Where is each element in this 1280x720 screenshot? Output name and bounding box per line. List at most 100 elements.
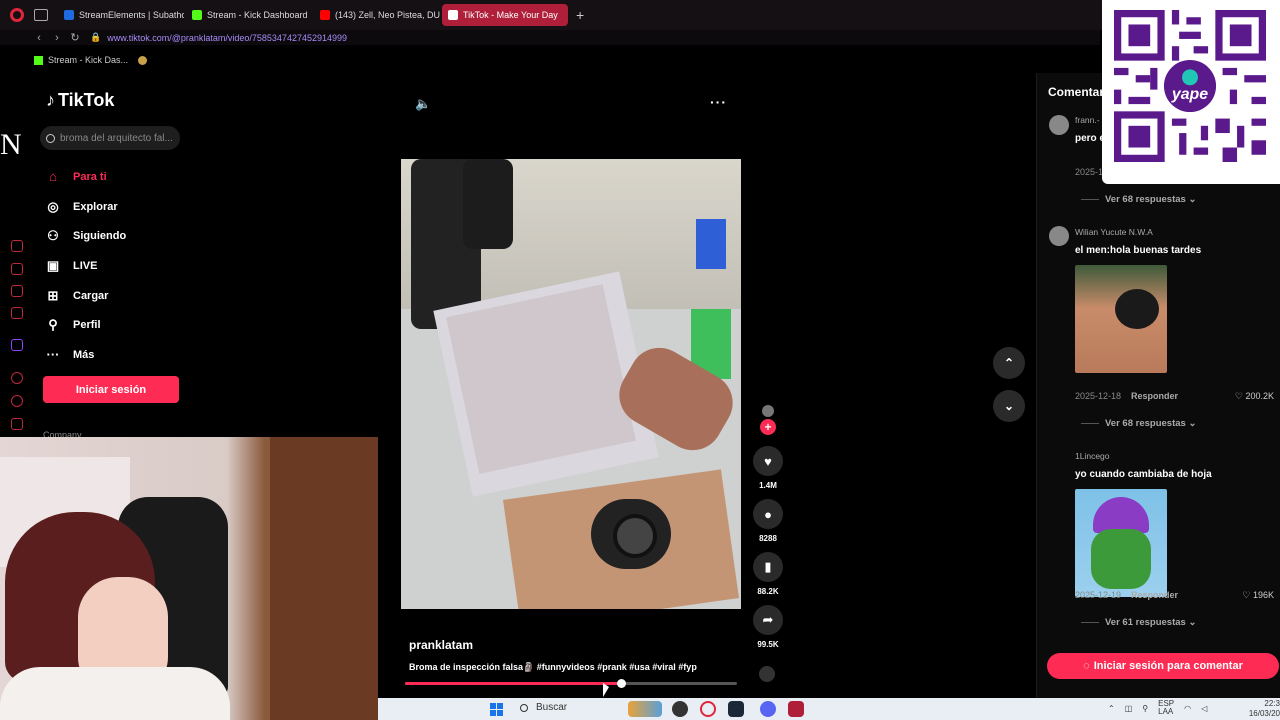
extensions-icon[interactable] [11, 418, 23, 430]
volume-icon[interactable]: ◁ [1201, 704, 1207, 713]
discord-icon[interactable] [760, 701, 776, 717]
video-scene-camera-lens [613, 514, 657, 558]
browser-tab-bar: StreamElements | Subathon Stream - Kick … [0, 0, 1280, 30]
bookmark-icon[interactable] [138, 55, 148, 65]
taskbar-search[interactable]: Buscar [520, 702, 567, 713]
search-input[interactable]: broma del arquitecto fal... [40, 126, 180, 150]
previous-video-button[interactable]: ⌃ [993, 347, 1025, 379]
video-progress-bar[interactable] [405, 679, 737, 688]
next-video-button[interactable]: ⌄ [993, 390, 1025, 422]
yape-qr-code: yape [1102, 0, 1280, 184]
more-icon: ··· [46, 347, 60, 363]
comment-like[interactable]: ♡ 200.2K [1235, 391, 1274, 402]
reply-button[interactable]: Responder [1131, 391, 1178, 401]
comment-user[interactable]: 1Lincego [1075, 451, 1110, 461]
login-button[interactable]: Iniciar sesión [43, 376, 179, 403]
qr-code-icon: yape [1114, 10, 1266, 162]
sidebar-item-perfil[interactable]: ⚲ Perfil [44, 310, 126, 340]
comment-user[interactable]: Wilian Yucute N.W.A [1075, 227, 1153, 237]
new-tab-button[interactable]: + [576, 7, 584, 23]
view-replies-link[interactable]: Ver 68 respuestas ⌄ [1081, 194, 1196, 205]
mic-icon[interactable]: ⚲ [1142, 704, 1148, 713]
lock-icon: 🔒 [90, 32, 102, 42]
webcam-overlay [0, 437, 378, 720]
url-field[interactable]: www.tiktok.com/@pranklatam/video/7585347… [107, 33, 347, 43]
sidebar-app-icon[interactable] [11, 372, 23, 384]
bookmark-kick[interactable]: Stream - Kick Das... [48, 55, 128, 65]
sidebar-item-live[interactable]: ▣ LIVE [44, 251, 126, 281]
volume-icon[interactable]: 🔈 [415, 96, 431, 112]
tiktok-logo[interactable]: ♪ TikTok [46, 90, 114, 111]
creator-avatar[interactable] [762, 405, 774, 417]
live-icon: ▣ [46, 257, 60, 273]
heart-icon: ♥ [753, 446, 783, 476]
sidebar-item-para-ti[interactable]: ⌂ Para ti [44, 162, 126, 192]
bookmarks-bar: Stream - Kick Das... [0, 50, 1100, 70]
tab-youtube[interactable]: (143) Zell, Neo Pistea, DUKI [314, 4, 440, 26]
opera-taskbar-icon[interactable] [700, 701, 716, 717]
view-replies-link[interactable]: Ver 61 respuestas ⌄ [1081, 617, 1196, 628]
comment-user[interactable]: frann.- [1075, 115, 1100, 125]
chevron-up-icon[interactable]: ⌃ [1108, 704, 1115, 713]
steam-icon[interactable] [728, 701, 744, 717]
app-icon[interactable] [672, 701, 688, 717]
search-icon [520, 703, 528, 712]
tab-favicon-icon [448, 10, 458, 20]
comment-image[interactable] [1075, 265, 1167, 373]
weather-widget-icon[interactable] [628, 701, 662, 717]
sidebar-app-icon[interactable] [11, 285, 23, 297]
sidebar-item-mas[interactable]: ··· Más [44, 340, 126, 370]
overlay-n-glyph: N [0, 128, 22, 161]
tab-streamelements[interactable]: StreamElements | Subathon [58, 4, 184, 26]
opera-logo-icon[interactable] [10, 8, 24, 22]
view-replies-link[interactable]: Ver 68 respuestas ⌄ [1081, 418, 1196, 429]
sidebar-menu: ⌂ Para ti ◎ Explorar ⚇ Siguiendo ▣ LIVE ⊞ Car… [44, 162, 127, 370]
login-to-comment-button[interactable]: ◌ Iniciar sesión para comentar [1047, 653, 1279, 679]
avatar[interactable] [1049, 115, 1069, 135]
taskbar-clock[interactable]: 22:3 16/03/20 [1240, 699, 1280, 719]
sidebar-app-icon[interactable] [11, 263, 23, 275]
avatar[interactable] [1049, 226, 1069, 246]
forward-arrow-icon[interactable]: › [48, 32, 66, 44]
comment-like[interactable]: ♡ 196K [1242, 590, 1274, 601]
network-icon[interactable]: ◫ [1125, 704, 1133, 713]
follow-plus-icon[interactable]: + [760, 419, 776, 435]
more-options-icon[interactable]: ··· [710, 94, 727, 110]
address-bar: ‹ › ↻ 🔒 www.tiktok.com/@pranklatam/video… [0, 30, 1100, 45]
workspaces-icon[interactable] [34, 9, 48, 21]
comment-image[interactable] [1075, 489, 1167, 597]
video-caption: Broma de inspección falsa🗿 #funnyvideos … [409, 662, 697, 672]
reply-button[interactable]: Responder [1131, 590, 1178, 600]
music-disc-icon[interactable] [759, 666, 775, 682]
language-indicator[interactable]: ESP LAA [1158, 700, 1174, 716]
share-icon: ➦ [753, 605, 783, 635]
twitch-icon[interactable] [11, 339, 23, 351]
share-action[interactable]: ➦ 99.5K [752, 605, 784, 649]
reload-icon[interactable]: ↻ [66, 31, 84, 44]
comment-text: el men:hola buenas tardes [1075, 245, 1202, 256]
like-action[interactable]: ♥ 1.4M [752, 446, 784, 490]
sidebar-item-siguiendo[interactable]: ⚇ Siguiendo [44, 221, 126, 251]
video-author[interactable]: pranklatam [409, 638, 473, 652]
history-icon[interactable] [11, 395, 23, 407]
sidebar-item-explorar[interactable]: ◎ Explorar [44, 192, 126, 222]
comment-text: yo cuando cambiaba de hoja [1075, 469, 1212, 480]
comment-action[interactable]: ● 8288 [752, 499, 784, 543]
tab-kick-dashboard[interactable]: Stream - Kick Dashboard [186, 4, 312, 26]
progress-knob[interactable] [616, 679, 626, 688]
sidebar-app-icon[interactable] [11, 240, 23, 252]
back-arrow-icon[interactable]: ‹ [30, 32, 48, 44]
sidebar-app-icon[interactable] [11, 307, 23, 319]
sidebar-item-cargar[interactable]: ⊞ Cargar [44, 281, 126, 311]
kick-icon [34, 55, 43, 65]
app-icon[interactable] [788, 701, 804, 717]
video-scene-paper-shade [446, 284, 636, 474]
comment-icon: ● [753, 499, 783, 529]
video-scene-person [463, 159, 513, 249]
save-action[interactable]: ▮ 88.2K [752, 552, 784, 596]
windows-start-icon[interactable] [490, 703, 503, 716]
webcam-person-shirt [0, 667, 230, 720]
tab-tiktok[interactable]: TikTok - Make Your Day [442, 4, 568, 26]
wifi-icon[interactable]: ◠ [1184, 704, 1191, 713]
video-player[interactable] [401, 159, 741, 609]
